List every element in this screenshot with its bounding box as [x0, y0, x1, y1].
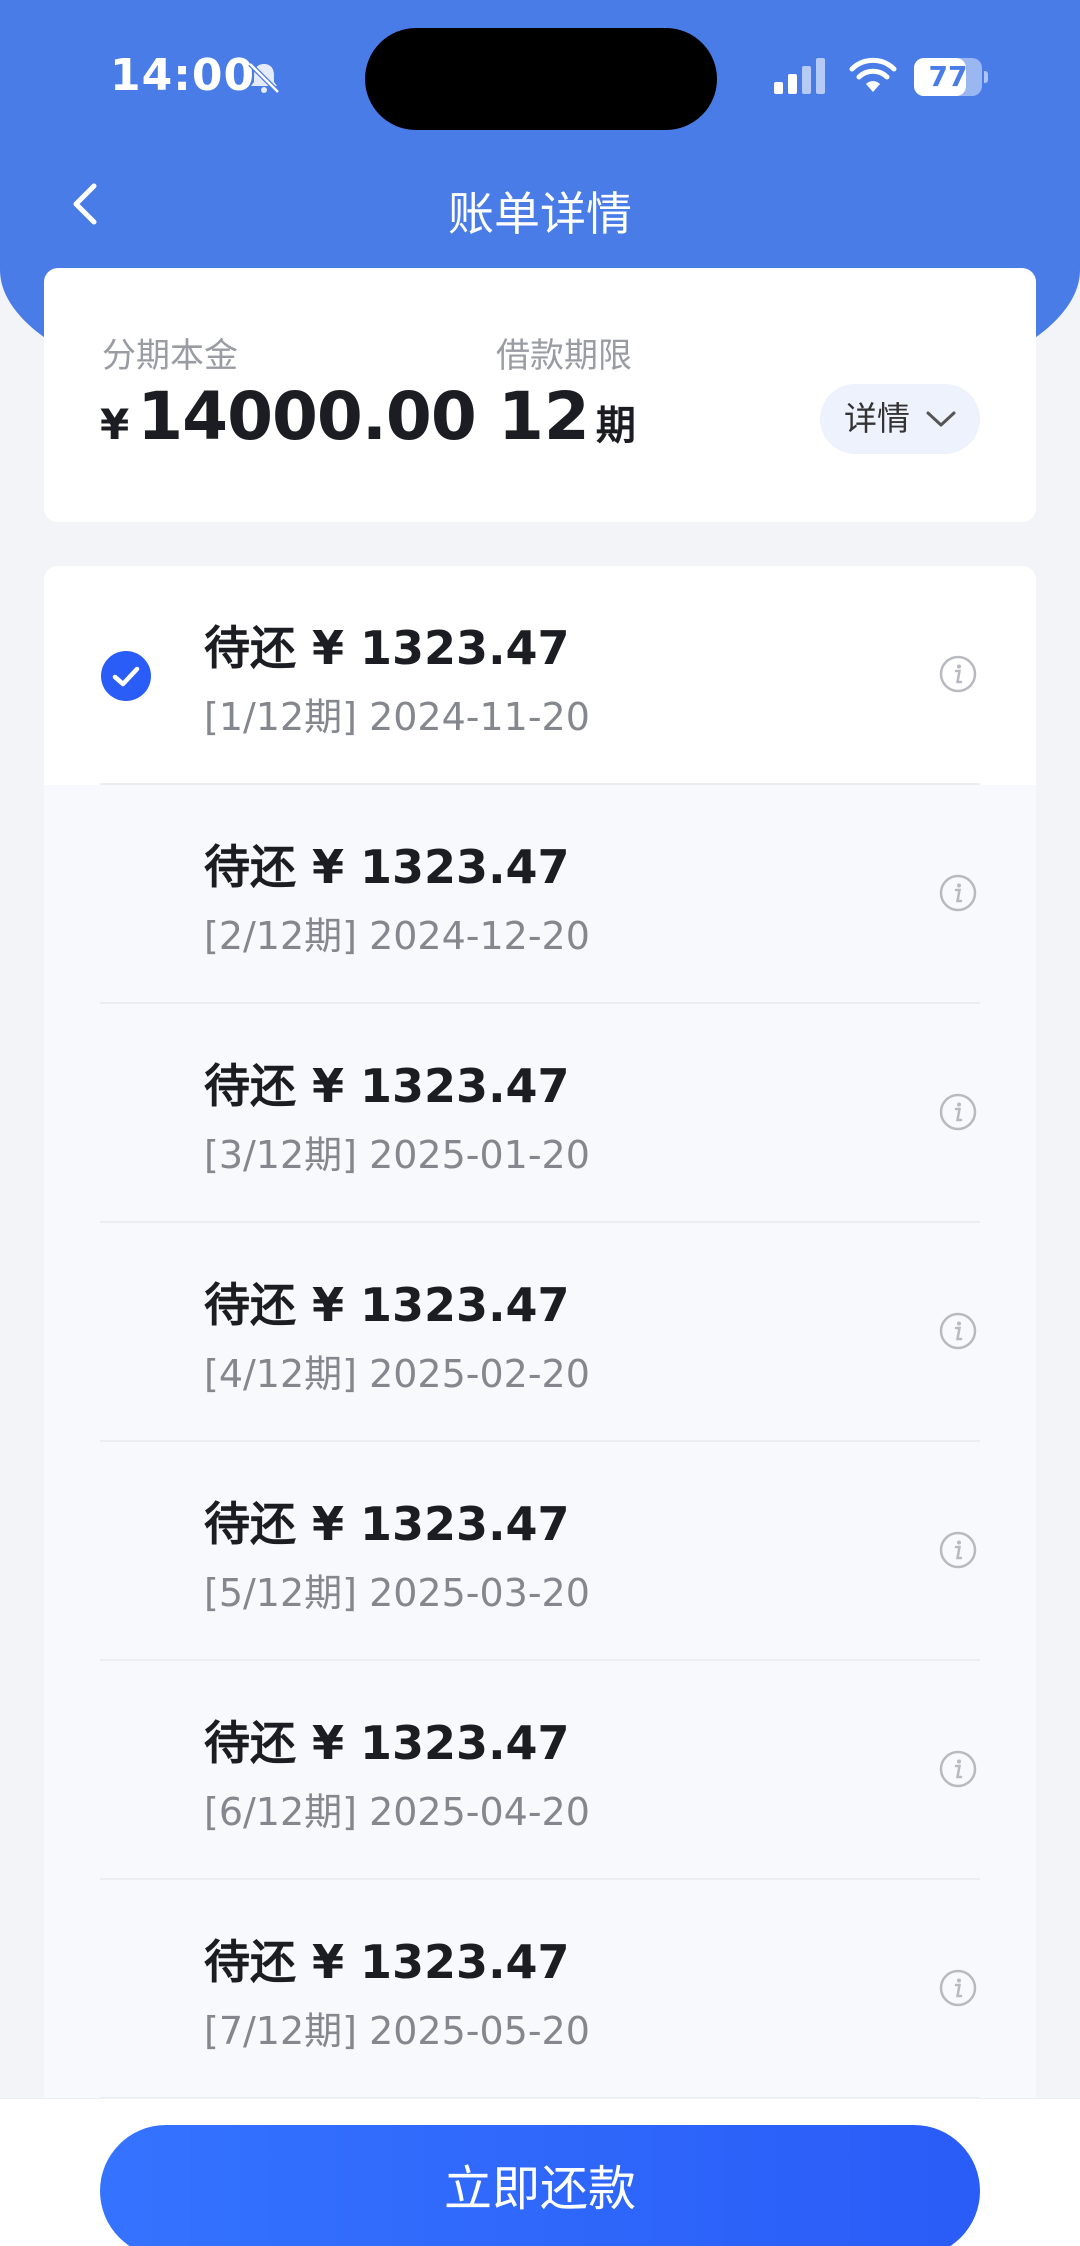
term-label: 借款期限 — [496, 336, 632, 376]
term-unit: 期 — [595, 403, 636, 449]
bell-slash-icon — [248, 62, 280, 94]
installment-period-date: [2/12期] 2024-12-20 — [204, 914, 590, 958]
info-circle-icon[interactable] — [938, 1749, 978, 1789]
status-time: 14:00 — [110, 50, 256, 101]
repay-now-button[interactable]: 立即还款 — [100, 2125, 980, 2246]
detail-button-label: 详情 — [844, 399, 910, 438]
principal-label: 分期本金 — [102, 336, 238, 376]
bottom-action-bar: 立即还款 — [0, 2098, 1080, 2246]
principal-value: ¥14000.00 — [100, 378, 477, 455]
installment-amount: 待还 ¥ 1323.47 — [204, 621, 570, 675]
installment-period-date: [6/12期] 2025-04-20 — [204, 1790, 590, 1834]
info-circle-icon[interactable] — [938, 1530, 978, 1570]
installment-period-date: [1/12期] 2024-11-20 — [204, 695, 590, 739]
status-bar: 14:00 77 — [0, 0, 1080, 150]
battery-indicator: 77 — [914, 58, 988, 96]
installment-row[interactable]: 待还 ¥ 1323.47 [7/12期] 2025-05-20 — [44, 1880, 1036, 2099]
battery-tip — [984, 71, 988, 83]
installment-amount: 待还 ¥ 1323.47 — [204, 1935, 570, 1989]
installment-list: 待还 ¥ 1323.47 [1/12期] 2024-11-20 待还 ¥ 1323.… — [44, 566, 1036, 2116]
installment-row[interactable]: 待还 ¥ 1323.47 [2/12期] 2024-12-20 — [44, 785, 1036, 1004]
installment-amount: 待还 ¥ 1323.47 — [204, 840, 570, 894]
info-circle-icon[interactable] — [938, 1968, 978, 2008]
checkmark-circle-icon[interactable] — [100, 650, 152, 702]
installment-row[interactable]: 待还 ¥ 1323.47 [6/12期] 2025-04-20 — [44, 1661, 1036, 1880]
app-root: 14:00 77 账单详情 分期本金 ¥ 14000.00 借款期限 12 期 … — [0, 0, 1080, 2246]
battery-level: 77 — [928, 60, 968, 93]
info-circle-icon[interactable] — [938, 1311, 978, 1351]
installment-amount: 待还 ¥ 1323.47 — [204, 1059, 570, 1113]
installment-period-date: [4/12期] 2025-02-20 — [204, 1352, 590, 1396]
installment-amount: 待还 ¥ 1323.47 — [204, 1716, 570, 1770]
installment-period-date: [5/12期] 2025-03-20 — [204, 1571, 590, 1615]
detail-toggle-button[interactable]: 详情 — [820, 384, 980, 454]
info-circle-icon[interactable] — [938, 654, 978, 694]
page-title: 账单详情 — [448, 187, 632, 241]
info-circle-icon[interactable] — [938, 1092, 978, 1132]
installment-period-date: [3/12期] 2025-01-20 — [204, 1133, 590, 1177]
installment-row[interactable]: 待还 ¥ 1323.47 [4/12期] 2025-02-20 — [44, 1223, 1036, 1442]
installment-row[interactable]: 待还 ¥ 1323.47 [3/12期] 2025-01-20 — [44, 1004, 1036, 1223]
chevron-down-icon — [926, 411, 956, 427]
camera-notch — [365, 28, 717, 130]
navigation-bar: 账单详情 — [0, 150, 1080, 270]
cellular-signal-icon — [774, 58, 825, 94]
installment-amount: 待还 ¥ 1323.47 — [204, 1278, 570, 1332]
principal-amount: 14000.00 — [137, 378, 477, 455]
term-count: 12 — [498, 378, 590, 455]
installment-period-date: [7/12期] 2025-05-20 — [204, 2009, 590, 2053]
wifi-icon — [849, 57, 897, 92]
term-value: 12 期 — [498, 378, 636, 455]
installment-amount: 待还 ¥ 1323.47 — [204, 1497, 570, 1551]
installment-row[interactable]: 待还 ¥ 1323.47 [5/12期] 2025-03-20 — [44, 1442, 1036, 1661]
loan-summary-card: 分期本金 ¥14000.00 借款期限 12 期 详情 — [44, 268, 1036, 522]
currency-symbol: ¥ — [100, 400, 130, 449]
info-circle-icon[interactable] — [938, 873, 978, 913]
installment-row[interactable]: 待还 ¥ 1323.47 [1/12期] 2024-11-20 — [44, 566, 1036, 785]
